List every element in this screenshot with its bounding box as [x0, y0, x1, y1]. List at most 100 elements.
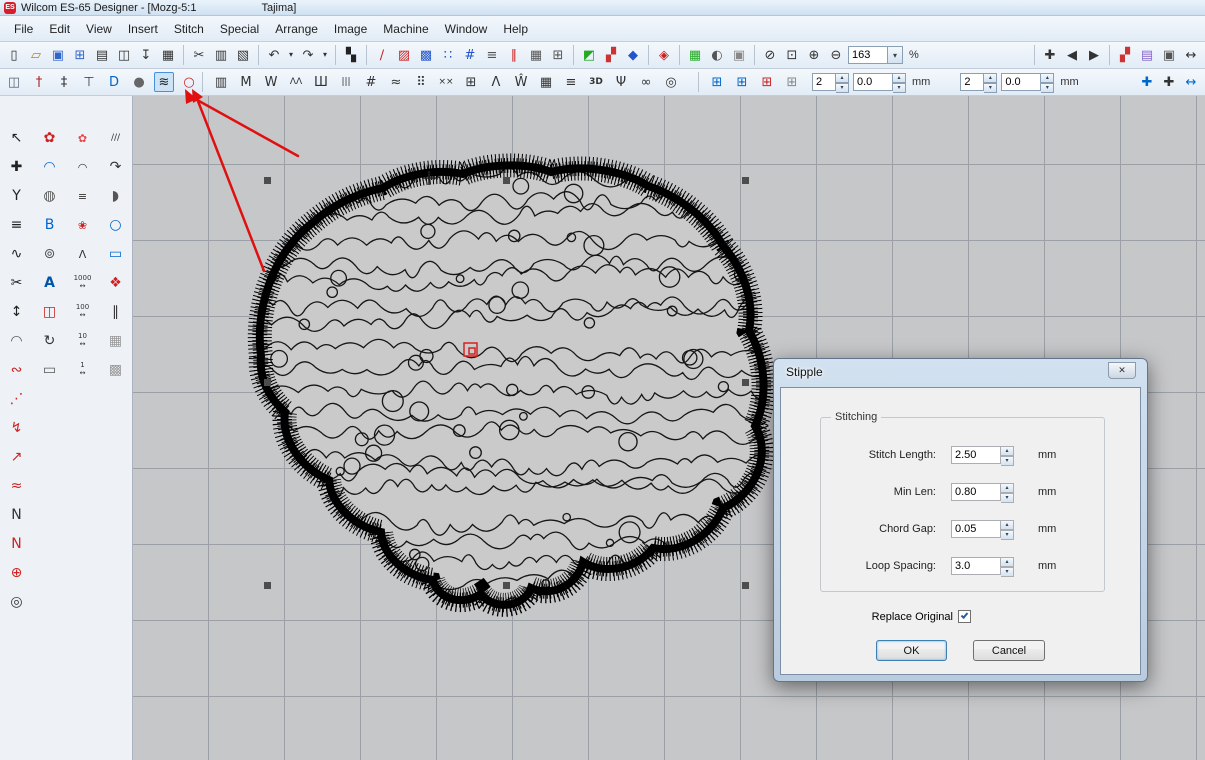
applique-tool-icon[interactable]: ◫	[38, 300, 62, 324]
flower-fill-icon[interactable]: ✿	[38, 126, 62, 150]
menu-item-insert[interactable]: Insert	[120, 18, 166, 40]
arrow-run-icon[interactable]: ↗	[5, 445, 29, 469]
wave-fill-icon[interactable]: ≈	[386, 72, 406, 92]
menu-item-view[interactable]: View	[78, 18, 120, 40]
card-reader-icon[interactable]: ▦	[158, 45, 178, 65]
square-fill-icon[interactable]: ▦	[536, 72, 556, 92]
previous-view-icon[interactable]: ◀	[1062, 45, 1082, 65]
hatch-lines-icon[interactable]: ///	[104, 126, 128, 150]
zoom-input[interactable]	[848, 46, 888, 64]
undo-icon[interactable]: ↶	[264, 45, 284, 65]
undo-menu-icon[interactable]: ▾	[286, 45, 296, 65]
pattern-fill-icon[interactable]: #	[460, 45, 480, 65]
mesh-fill-icon[interactable]: ▦	[526, 45, 546, 65]
copy-icon[interactable]: ▥	[211, 45, 231, 65]
zoom-factor-icon[interactable]: ⊘	[760, 45, 780, 65]
process-design-icon[interactable]: ▚	[341, 45, 361, 65]
texture-a-icon[interactable]: ▦	[104, 329, 128, 353]
zoom-dropdown-icon[interactable]: ▾	[888, 46, 903, 64]
curve-run-icon[interactable]: ∾	[5, 358, 29, 382]
globe-stitch-icon[interactable]: ◍	[38, 184, 62, 208]
save-file-icon[interactable]: ▣	[48, 45, 68, 65]
grid-d-icon[interactable]: ⊞	[782, 72, 802, 92]
satin-w-icon[interactable]: W	[261, 72, 281, 92]
flower-small-icon[interactable]: ✿	[71, 126, 95, 150]
cancel-button[interactable]: Cancel	[973, 640, 1045, 661]
grid-spacing-x-input[interactable]	[812, 73, 836, 91]
move-design-icon[interactable]: ✚	[1137, 72, 1157, 92]
shapes-icon[interactable]: ◆	[623, 45, 643, 65]
grid-offset-y-input[interactable]	[1001, 73, 1041, 91]
grid-c-icon[interactable]: ⊞	[757, 72, 777, 92]
chord-gap-input[interactable]	[951, 520, 1001, 538]
e-stitch-icon[interactable]: Ш	[311, 72, 331, 92]
min-len-spinner[interactable]: ▴▾	[1001, 483, 1014, 501]
dome-small-icon[interactable]: ◠	[71, 155, 95, 179]
stitch-length-input[interactable]	[951, 446, 1001, 464]
menu-item-special[interactable]: Special	[212, 18, 267, 40]
motif-small-icon[interactable]: ❀	[71, 213, 95, 237]
grid-offset-x-spinner[interactable]: ▴▾	[893, 73, 906, 91]
design-properties-icon[interactable]: ▣	[1159, 45, 1179, 65]
tatami-fill-icon[interactable]: ▩	[416, 45, 436, 65]
menu-item-machine[interactable]: Machine	[375, 18, 436, 40]
motif-fill-icon[interactable]: ∷	[438, 45, 458, 65]
grid-spacing-x-spinner[interactable]: ▴▾	[836, 73, 849, 91]
closed-object-icon[interactable]: ○	[179, 72, 199, 92]
cross-fill-icon[interactable]: ××	[436, 72, 456, 92]
rectangle-tool-icon[interactable]: ▭	[104, 242, 128, 266]
pan-arrows-icon[interactable]: ↔	[1181, 72, 1201, 92]
replace-original-checkbox[interactable]	[958, 610, 971, 623]
angle-small-icon[interactable]: Λ	[71, 242, 95, 266]
open-file-icon[interactable]: ▱	[26, 45, 46, 65]
half-circle-icon[interactable]: ◗	[104, 184, 128, 208]
close-icon[interactable]: ✕	[1108, 362, 1136, 379]
letter-d-icon[interactable]: D	[104, 72, 124, 92]
fur-effect-icon[interactable]: Ψ	[611, 72, 631, 92]
image-view-icon[interactable]: ▣	[729, 45, 749, 65]
columns-tool-icon[interactable]: ∥	[104, 300, 128, 324]
dotted-run-icon[interactable]: ⋰	[5, 387, 29, 411]
dense-fill-icon[interactable]: |||	[336, 72, 356, 92]
rotate-tool-icon[interactable]: ↻	[38, 329, 62, 353]
color-film-icon[interactable]: ▞	[1115, 45, 1135, 65]
zoom-window-icon[interactable]: ⊡	[782, 45, 802, 65]
spacing-preset-100[interactable]: 100↔	[71, 300, 95, 324]
loop-spacing-input[interactable]	[951, 557, 1001, 575]
w-line-icon[interactable]: Ŵ	[511, 72, 531, 92]
ring-3d-icon[interactable]: ⊚	[38, 242, 62, 266]
grid-spacing-y-input[interactable]	[960, 73, 984, 91]
export-file-icon[interactable]: ↧	[136, 45, 156, 65]
grid-toggle-icon[interactable]: ▦	[685, 45, 705, 65]
measure-icon[interactable]: ↔	[1181, 45, 1201, 65]
print-icon[interactable]: ▤	[92, 45, 112, 65]
new-file-icon[interactable]: ▯	[4, 45, 24, 65]
needle-point-icon[interactable]: †	[29, 72, 49, 92]
eyelet-icon[interactable]: ∞	[636, 72, 656, 92]
satin-m-icon[interactable]: M	[236, 72, 256, 92]
dot-fill-icon[interactable]: ⠿	[411, 72, 431, 92]
dome-tool-icon[interactable]: ◠	[38, 155, 62, 179]
chevron-icon[interactable]: Λ	[486, 72, 506, 92]
redo-icon[interactable]: ↷	[298, 45, 318, 65]
tatami-icon[interactable]: #	[361, 72, 381, 92]
stitch-length-spinner[interactable]: ▴▾	[1001, 446, 1014, 464]
loop-spacing-spinner[interactable]: ▴▾	[1001, 557, 1014, 575]
contour-fill-icon[interactable]: ≡	[482, 45, 502, 65]
cylinder-tool-icon[interactable]: ▭	[38, 358, 62, 382]
film-icon[interactable]: ▞	[601, 45, 621, 65]
cut-icon[interactable]: ✂	[189, 45, 209, 65]
satin-stitch-icon[interactable]: ▨	[394, 45, 414, 65]
reshape-tool-icon[interactable]: ✚	[5, 155, 29, 179]
menu-item-window[interactable]: Window	[437, 18, 496, 40]
cascade-windows-icon[interactable]: ◫	[4, 72, 24, 92]
satin-plain-icon[interactable]: ▥	[211, 72, 231, 92]
menu-item-arrange[interactable]: Arrange	[267, 18, 326, 40]
target-tool-icon[interactable]: ⊕	[5, 561, 29, 585]
freehand-tool-icon[interactable]: ❖	[104, 271, 128, 295]
object-dot-icon[interactable]: ●	[129, 72, 149, 92]
grid-spacing-y-spinner[interactable]: ▴▾	[984, 73, 997, 91]
zoom-in-icon[interactable]: ⊕	[804, 45, 824, 65]
pan-tool-icon[interactable]: ✚	[1040, 45, 1060, 65]
move-hoop-icon[interactable]: ✚	[1159, 72, 1179, 92]
